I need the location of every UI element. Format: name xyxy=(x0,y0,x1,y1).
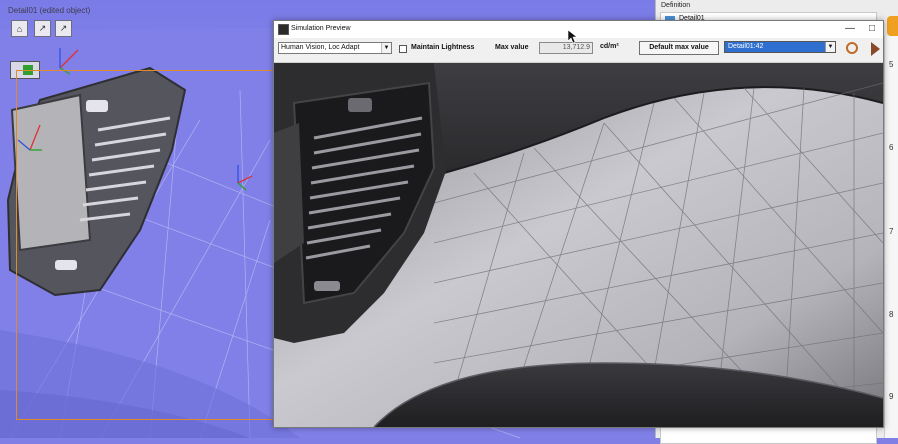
strip-number: 6 xyxy=(889,143,894,152)
home-icon: ⌂ xyxy=(16,23,23,34)
default-max-value-button[interactable]: Default max value xyxy=(639,41,719,55)
viewport-title: Detail01 (edited object) xyxy=(8,6,91,15)
simulation-preview-window[interactable]: Simulation Preview — □ Human Vision, Loc… xyxy=(273,20,884,428)
window-title: Simulation Preview xyxy=(291,25,351,32)
max-value-label: Max value xyxy=(495,44,529,51)
preview-render xyxy=(274,63,883,427)
mouse-cursor-icon xyxy=(568,30,578,44)
pointer-button[interactable]: ↗ xyxy=(34,20,51,37)
definition-label: Definition xyxy=(661,2,691,9)
vision-mode-select[interactable]: Human Vision, Loc Adapt ▼ xyxy=(278,42,392,54)
strip-number: 9 xyxy=(889,392,894,401)
vision-mode-value: Human Vision, Loc Adapt xyxy=(281,44,360,51)
max-value-input[interactable]: 13,712.9 xyxy=(539,42,593,54)
home-button[interactable]: ⌂ xyxy=(11,20,28,37)
detail-select-value: Detail01:42 xyxy=(728,43,764,50)
maintain-lightness-checkbox[interactable] xyxy=(399,45,407,53)
app-icon xyxy=(278,24,289,35)
strip-number: 5 xyxy=(889,60,894,69)
side-strip: 5 6 7 8 9 xyxy=(884,36,898,438)
refresh-icon[interactable] xyxy=(846,42,858,54)
minimize-button[interactable]: — xyxy=(845,23,855,35)
pointer-alt-button[interactable]: ↗ xyxy=(55,20,72,37)
play-icon[interactable] xyxy=(871,42,880,56)
render-image xyxy=(274,63,883,427)
selection-frame xyxy=(16,70,280,420)
pointer-icon: ↗ xyxy=(38,23,47,33)
strip-number: 7 xyxy=(889,227,894,236)
unit-label: cd/m² xyxy=(600,43,619,50)
detail-select[interactable]: Detail01:42 ▼ xyxy=(724,41,836,53)
chevron-down-icon: ▼ xyxy=(825,42,835,52)
chevron-down-icon: ▼ xyxy=(381,43,391,53)
strip-number: 8 xyxy=(889,310,894,319)
pointer-alt-icon: ↗ xyxy=(59,23,68,33)
side-tab[interactable] xyxy=(887,16,898,36)
window-titlebar[interactable]: Simulation Preview — □ xyxy=(274,21,883,38)
maximize-button[interactable]: □ xyxy=(869,23,875,35)
maintain-lightness-label: Maintain Lightness xyxy=(411,44,475,51)
